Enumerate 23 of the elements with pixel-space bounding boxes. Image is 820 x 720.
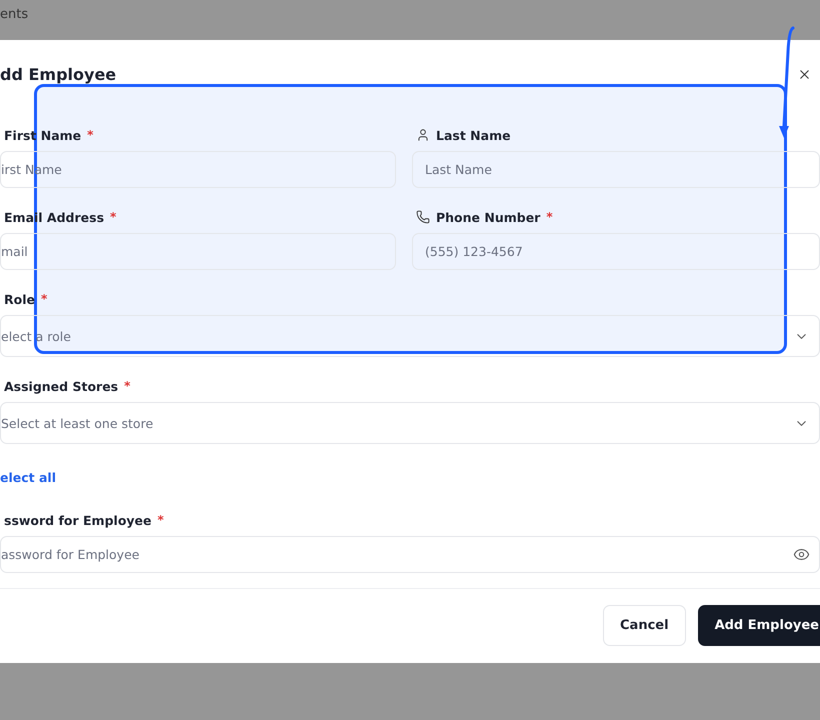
field-label: ssword for Employee <box>4 512 152 528</box>
cancel-button[interactable]: Cancel <box>603 605 686 646</box>
required-mark: * <box>124 379 130 393</box>
input-field[interactable]: mail <box>0 233 396 270</box>
select-field[interactable]: Select at least one store <box>0 402 820 444</box>
field-label: Phone Number <box>436 210 540 224</box>
required-mark: * <box>546 210 553 224</box>
field-label: Last Name <box>436 128 511 142</box>
add-employee-button[interactable]: Add Employee <box>698 605 820 646</box>
eye-icon[interactable] <box>793 546 810 563</box>
select-all-link[interactable]: elect all <box>0 464 820 491</box>
input-field[interactable]: Last Name <box>412 151 820 188</box>
person-icon <box>416 128 430 142</box>
phone-icon <box>416 210 430 224</box>
page-heading: ents <box>0 6 30 24</box>
input-field[interactable]: (555) 123-4567 <box>412 233 820 270</box>
required-mark: * <box>40 292 48 306</box>
required-mark: * <box>110 210 116 224</box>
field-label: Assigned Stores <box>4 378 118 394</box>
dialog-title: dd Employee <box>0 64 116 84</box>
required-mark: * <box>87 128 94 142</box>
required-mark: * <box>158 513 164 527</box>
password-field[interactable]: assword for Employee <box>0 536 820 573</box>
